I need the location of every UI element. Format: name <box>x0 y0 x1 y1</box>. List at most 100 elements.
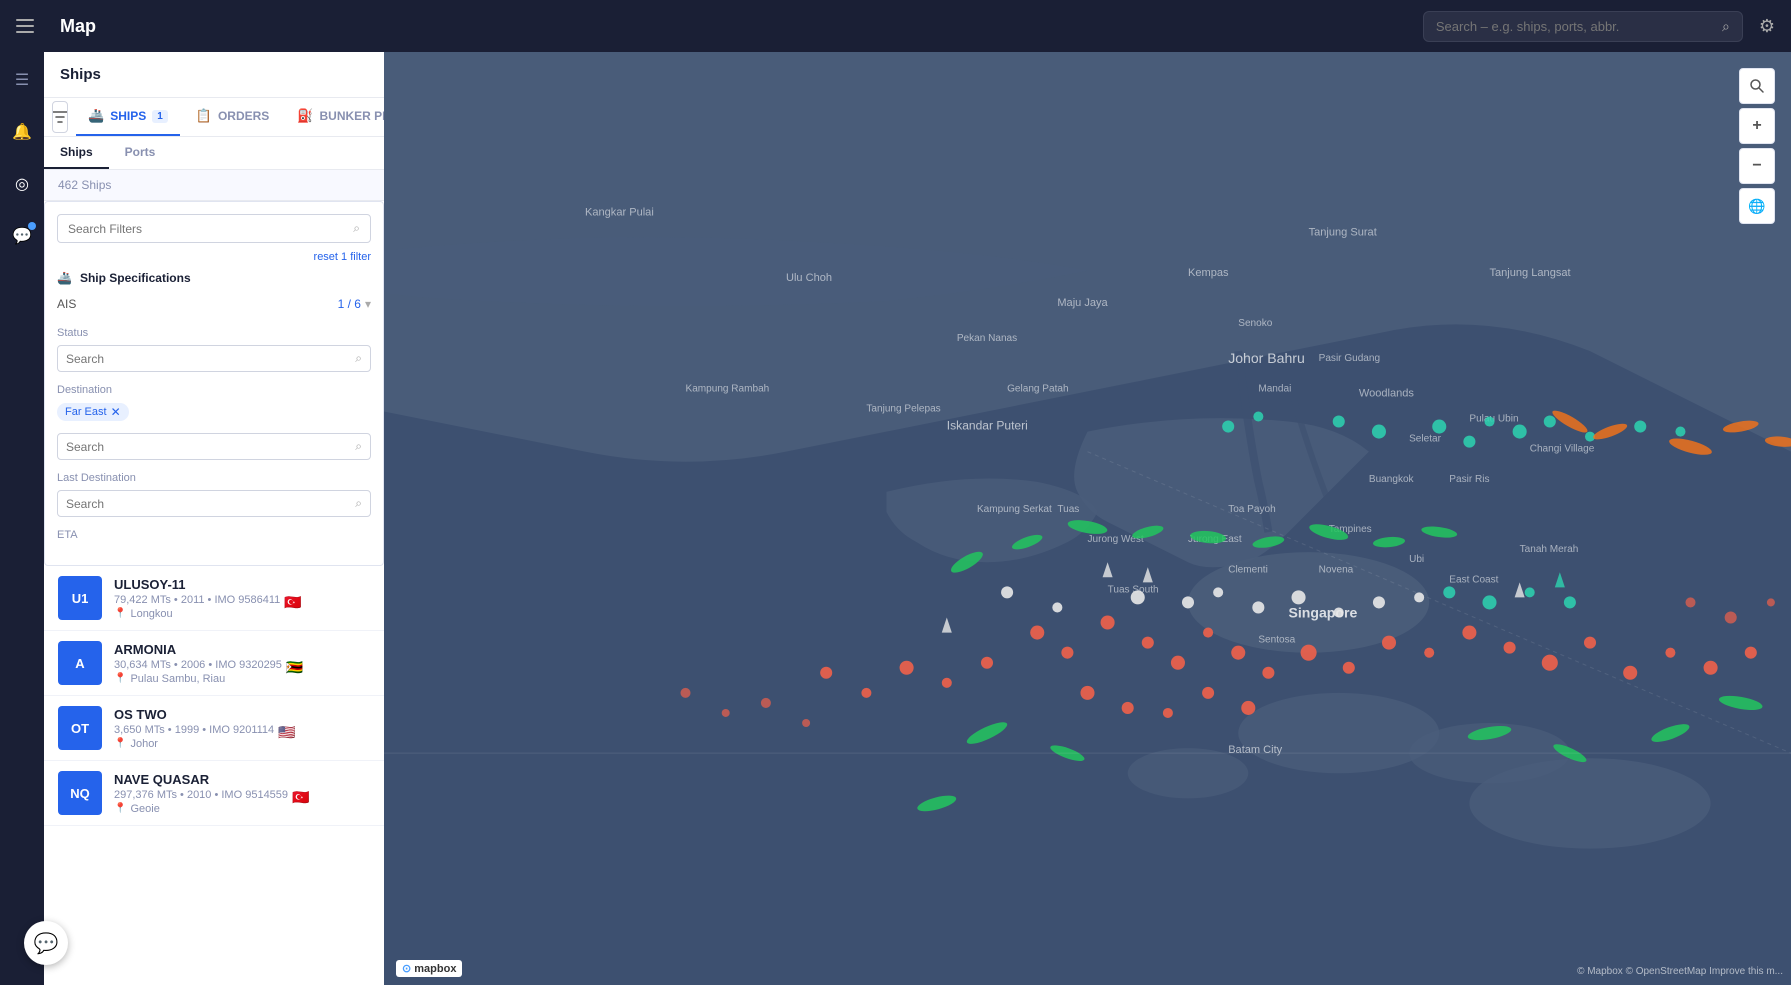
ship-avatar: A <box>58 641 102 685</box>
ship-location: 📍 Pulau Sambu, Riau <box>114 673 370 685</box>
svg-text:Mandai: Mandai <box>1258 383 1291 394</box>
svg-text:Kampung Rambah: Kampung Rambah <box>686 383 770 394</box>
map-search-button[interactable] <box>1739 68 1775 104</box>
ship-flag: 🇿🇼 <box>286 659 302 670</box>
ships-list: U1 ULUSOY-11 79,422 MTs • 2011 • IMO 958… <box>44 566 384 985</box>
svg-text:Tanjung Langsat: Tanjung Langsat <box>1490 267 1571 279</box>
filter-search-bar[interactable]: ⌕ <box>57 214 371 243</box>
ship-name: NAVE QUASAR <box>114 772 370 787</box>
destination-tag-close[interactable]: ✕ <box>111 405 121 419</box>
tab-orders[interactable]: 📋 ORDERS <box>184 98 282 136</box>
destination-search-input-row[interactable]: ⌕ <box>57 433 371 460</box>
ais-row[interactable]: AIS 1 / 6 ▾ <box>57 293 371 315</box>
ships-panel-header: Ships <box>44 52 384 98</box>
list-item[interactable]: OT OS TWO 3,650 MTs • 1999 • IMO 9201114… <box>44 696 384 761</box>
ships-tab-icon: 🚢 <box>88 108 104 124</box>
sidebar-icon-notifications[interactable]: 🔔 <box>6 116 38 148</box>
map-controls: + − 🌐 <box>1739 68 1775 224</box>
list-tab-ships[interactable]: Ships <box>44 137 109 169</box>
main-area: ☰ 🔔 ◎ 💬 Ships 🚢 SHIPS 1 📋 ORDERS <box>0 52 1791 985</box>
global-search-icon: ⌕ <box>1722 18 1730 35</box>
svg-text:Johor Bahru: Johor Bahru <box>1228 350 1305 366</box>
svg-text:Tanjung Pelepas: Tanjung Pelepas <box>866 403 940 414</box>
svg-text:Batam City: Batam City <box>1228 744 1282 756</box>
last-destination-search-input[interactable] <box>66 497 347 511</box>
svg-text:Kampung Serkat: Kampung Serkat <box>977 504 1052 515</box>
ship-meta: 297,376 MTs • 2010 • IMO 9514559 🇹🇷 <box>114 789 370 801</box>
ship-flag: 🇺🇸 <box>278 724 294 735</box>
svg-text:Kangkar Pulai: Kangkar Pulai <box>585 206 654 218</box>
status-search-icon: ⌕ <box>355 351 362 366</box>
ship-info: ARMONIA 30,634 MTs • 2006 • IMO 9320295 … <box>114 642 370 685</box>
svg-text:Novena: Novena <box>1319 564 1354 575</box>
global-search-bar[interactable]: ⌕ <box>1423 11 1743 42</box>
topnav: Map ⌕ ⚙ <box>0 0 1791 52</box>
filter-section-status: Status ⌕ <box>57 327 371 372</box>
filter-section-last-destination: Last Destination ⌕ <box>57 472 371 517</box>
ships-list-tabs: Ships Ports <box>44 137 384 170</box>
settings-icon[interactable]: ⚙ <box>1759 16 1775 37</box>
ship-info: OS TWO 3,650 MTs • 1999 • IMO 9201114 🇺🇸… <box>114 707 370 750</box>
ship-info: ULUSOY-11 79,422 MTs • 2011 • IMO 958641… <box>114 577 370 620</box>
map-zoom-out-button[interactable]: − <box>1739 148 1775 184</box>
svg-text:Clementi: Clementi <box>1228 564 1268 575</box>
destination-search-icon: ⌕ <box>355 439 362 454</box>
sidebar-icon-map[interactable]: ◎ <box>6 168 38 200</box>
svg-text:Pasir Ris: Pasir Ris <box>1449 474 1489 485</box>
map-watermark: ⊙ mapbox <box>396 960 462 977</box>
ship-name: OS TWO <box>114 707 370 722</box>
app-title: Map <box>60 16 1407 37</box>
last-destination-search-input-row[interactable]: ⌕ <box>57 490 371 517</box>
ships-count-label: 462 Ships <box>44 170 384 201</box>
svg-text:Ulu Choh: Ulu Choh <box>786 272 832 284</box>
svg-text:Woodlands: Woodlands <box>1359 387 1415 399</box>
ship-flag: 🇹🇷 <box>284 594 300 605</box>
status-search-input-row[interactable]: ⌕ <box>57 345 371 372</box>
last-destination-label: Last Destination <box>57 472 371 484</box>
ship-meta: 3,650 MTs • 1999 • IMO 9201114 🇺🇸 <box>114 724 370 736</box>
map-globe-button[interactable]: 🌐 <box>1739 188 1775 224</box>
filter-section-destination: Destination Far East ✕ ⌕ <box>57 384 371 460</box>
svg-text:Gelang Patah: Gelang Patah <box>1007 383 1068 394</box>
svg-text:Maju Jaya: Maju Jaya <box>1057 297 1108 309</box>
svg-text:Toa Payoh: Toa Payoh <box>1228 504 1275 515</box>
map-svg: Johor Bahru Iskandar Puteri Singapore Ba… <box>384 52 1791 985</box>
sidebar-icons: ☰ 🔔 ◎ 💬 <box>0 52 44 985</box>
filter-section-ship-specs: 🚢 Ship Specifications AIS 1 / 6 ▾ <box>57 271 371 315</box>
status-search-input[interactable] <box>66 352 347 366</box>
ships-panel-tabs: 🚢 SHIPS 1 📋 ORDERS ⛽ BUNKER PRICES 10,87… <box>44 98 384 137</box>
list-item[interactable]: U1 ULUSOY-11 79,422 MTs • 2011 • IMO 958… <box>44 566 384 631</box>
ship-name: ULUSOY-11 <box>114 577 370 592</box>
global-search-input[interactable] <box>1436 19 1714 34</box>
eta-label: ETA <box>57 529 371 541</box>
map-area[interactable]: Johor Bahru Iskandar Puteri Singapore Ba… <box>384 52 1791 985</box>
hamburger-menu[interactable] <box>16 12 44 40</box>
filter-reset-button[interactable]: reset 1 filter <box>57 251 371 263</box>
svg-text:Pekan Nanas: Pekan Nanas <box>957 333 1017 344</box>
filter-section-eta: ETA <box>57 529 371 541</box>
ship-specs-title: 🚢 Ship Specifications <box>57 271 371 285</box>
sidebar-icon-menu[interactable]: ☰ <box>6 64 38 96</box>
sidebar-icon-chat[interactable]: 💬 <box>6 220 38 252</box>
ship-avatar: NQ <box>58 771 102 815</box>
ship-info: NAVE QUASAR 297,376 MTs • 2010 • IMO 951… <box>114 772 370 815</box>
svg-text:Seletar: Seletar <box>1409 434 1441 445</box>
list-tab-ports[interactable]: Ports <box>109 137 172 169</box>
ais-chevron-icon: ▾ <box>365 297 371 311</box>
svg-text:Tanjung Surat: Tanjung Surat <box>1309 227 1377 239</box>
ship-avatar: U1 <box>58 576 102 620</box>
list-item[interactable]: A ARMONIA 30,634 MTs • 2006 • IMO 932029… <box>44 631 384 696</box>
destination-search-input[interactable] <box>66 440 347 454</box>
map-zoom-in-button[interactable]: + <box>1739 108 1775 144</box>
tab-bunker-prices[interactable]: ⛽ BUNKER PRICES <box>285 98 384 136</box>
filters-panel: ⌕ reset 1 filter 🚢 Ship Specifications A… <box>44 201 384 566</box>
tab-ships[interactable]: 🚢 SHIPS 1 <box>76 98 180 136</box>
ship-flag: 🇹🇷 <box>292 789 308 800</box>
last-destination-search-icon: ⌕ <box>355 496 362 511</box>
svg-text:Sentosa: Sentosa <box>1258 635 1295 646</box>
list-item[interactable]: NQ NAVE QUASAR 297,376 MTs • 2010 • IMO … <box>44 761 384 826</box>
filter-button[interactable] <box>52 101 68 133</box>
svg-text:Senoko: Senoko <box>1238 318 1272 329</box>
filter-search-input[interactable] <box>68 222 345 236</box>
chat-button[interactable]: 💬 <box>24 921 68 965</box>
